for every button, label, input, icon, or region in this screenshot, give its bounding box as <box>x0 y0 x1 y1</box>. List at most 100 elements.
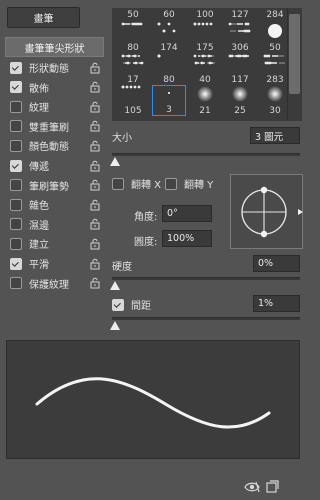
flip-x-label: 翻轉 X <box>131 180 162 191</box>
brush-tip-size: 283 <box>266 75 284 85</box>
lock-icon[interactable] <box>89 199 101 211</box>
brush-tip-cell[interactable]: 306 <box>223 22 257 53</box>
brush-stroke-preview <box>6 340 300 459</box>
brush-tip-cell[interactable]: 60 <box>152 8 186 20</box>
hardness-slider-track[interactable] <box>112 277 300 280</box>
brush-tip-size: 105 <box>124 106 142 116</box>
stroke-preview-curve <box>35 377 271 429</box>
brush-option-item[interactable]: 顏色動態 <box>5 136 104 155</box>
spacing-checkbox[interactable] <box>112 298 124 311</box>
angle-label: 角度: <box>134 212 158 223</box>
brush-tip-size: 3 <box>166 105 172 115</box>
brush-tip-cell[interactable]: 3 <box>152 85 186 116</box>
option-checkbox[interactable] <box>10 277 22 290</box>
brush-tip-cell[interactable]: 25 <box>223 85 257 116</box>
option-checkbox[interactable] <box>10 218 22 231</box>
lock-icon[interactable] <box>89 277 101 289</box>
brush-tip-thumbnail <box>227 85 253 106</box>
option-checkbox[interactable] <box>10 81 22 94</box>
brush-option-item[interactable]: 建立 <box>5 234 104 253</box>
spacing-slider-track[interactable] <box>112 317 300 320</box>
option-checkbox[interactable] <box>10 179 22 192</box>
brush-tip-cell[interactable]: 117 <box>223 54 257 85</box>
brush-tip-cell[interactable]: 174 <box>152 22 186 53</box>
angle-field[interactable]: 0° <box>162 205 212 222</box>
lock-icon[interactable] <box>89 238 101 250</box>
flip-x-checkbox[interactable] <box>112 177 124 190</box>
brush-tip-size: 25 <box>234 106 246 116</box>
option-checkbox[interactable] <box>10 61 22 74</box>
option-checkbox[interactable] <box>10 100 22 113</box>
size-field[interactable]: 3 圖元 <box>250 127 300 144</box>
spacing-label: 間距 <box>131 301 151 312</box>
size-slider-thumb[interactable] <box>110 157 120 166</box>
angle-roundness-widget[interactable] <box>230 174 303 249</box>
brush-option-item[interactable]: 傳遞 <box>5 156 104 175</box>
brush-tip-cell[interactable]: 17 <box>116 54 150 85</box>
lock-icon[interactable] <box>89 120 101 132</box>
option-checkbox[interactable] <box>10 198 22 211</box>
brush-tip-cell[interactable]: 50 <box>116 8 150 20</box>
brush-tip-size: 175 <box>196 43 214 53</box>
brush-tip-cell[interactable]: 105 <box>116 85 150 116</box>
brush-option-item[interactable]: 散佈 <box>5 78 104 97</box>
brush-option-item[interactable]: 平滑 <box>5 254 104 273</box>
option-label: 顏色動態 <box>29 142 69 154</box>
flip-y-checkbox[interactable] <box>165 177 177 190</box>
brush-tip-thumbnail <box>262 54 288 75</box>
brush-tip-size: 50 <box>269 43 281 53</box>
brush-option-item[interactable]: 雙重筆刷 <box>5 117 104 136</box>
roundness-field[interactable]: 100% <box>162 230 212 247</box>
brush-tip-size: 30 <box>269 106 281 116</box>
brush-option-item[interactable]: 保護紋理 <box>5 274 104 293</box>
brush-tip-cell[interactable]: 175 <box>188 22 222 53</box>
brush-tip-thumbnail <box>156 84 182 105</box>
size-slider-track[interactable] <box>112 153 300 156</box>
brush-tip-cell[interactable]: 21 <box>188 85 222 116</box>
option-checkbox[interactable] <box>10 237 22 250</box>
brush-option-item[interactable]: 雜色 <box>5 195 104 214</box>
toggle-preview-icon[interactable] <box>244 481 260 496</box>
new-brush-icon[interactable] <box>266 480 279 496</box>
flip-y-label: 翻轉 Y <box>184 180 214 191</box>
spacing-field[interactable]: 1% <box>253 295 300 312</box>
option-label: 建立 <box>29 240 49 252</box>
option-label: 紋理 <box>29 103 49 115</box>
flip-x-control[interactable]: 翻轉 X <box>112 176 161 191</box>
brush-tip-cell[interactable]: 80 <box>152 54 186 85</box>
lock-icon[interactable] <box>89 179 101 191</box>
brush-tip-cell[interactable]: 127 <box>223 8 257 20</box>
lock-icon[interactable] <box>89 62 101 74</box>
brush-tip-thumbnail <box>227 22 253 43</box>
option-checkbox[interactable] <box>10 257 22 270</box>
brush-option-item[interactable]: 筆刷筆勢 <box>5 176 104 195</box>
brush-option-item[interactable]: 紋理 <box>5 97 104 116</box>
option-checkbox[interactable] <box>10 159 22 172</box>
brush-tip-size: 50 <box>127 10 139 20</box>
brush-tip-cell[interactable]: 40 <box>188 54 222 85</box>
brush-option-item[interactable]: 濕邊 <box>5 215 104 234</box>
brush-tip-cell[interactable]: 80 <box>116 22 150 53</box>
hardness-slider-thumb[interactable] <box>110 281 120 290</box>
spacing-slider-thumb[interactable] <box>110 321 120 330</box>
lock-icon[interactable] <box>89 160 101 172</box>
brush-grid-scroll-thumb[interactable] <box>289 14 300 94</box>
brush-option-item[interactable]: 形狀動態 <box>5 58 104 77</box>
brush-tip-thumbnail <box>227 54 253 75</box>
lock-icon[interactable] <box>89 81 101 93</box>
brush-presets-button[interactable]: 畫筆 <box>7 7 80 28</box>
hardness-field[interactable]: 0% <box>253 255 300 272</box>
option-label: 傳遞 <box>29 162 49 173</box>
lock-icon[interactable] <box>89 258 101 270</box>
brush-tip-shape-item[interactable]: 畫筆筆尖形狀 <box>5 37 104 57</box>
option-label: 濕邊 <box>29 220 49 232</box>
lock-icon[interactable] <box>89 218 101 230</box>
option-checkbox[interactable] <box>10 120 22 133</box>
flip-y-control[interactable]: 翻轉 Y <box>165 176 213 191</box>
brush-tip-cell[interactable]: 100 <box>188 8 222 20</box>
spacing-control[interactable]: 間距 <box>112 297 151 312</box>
option-checkbox[interactable] <box>10 139 22 152</box>
lock-icon[interactable] <box>89 101 101 113</box>
lock-icon[interactable] <box>89 140 101 152</box>
brush-tip-thumbnail <box>262 85 288 106</box>
